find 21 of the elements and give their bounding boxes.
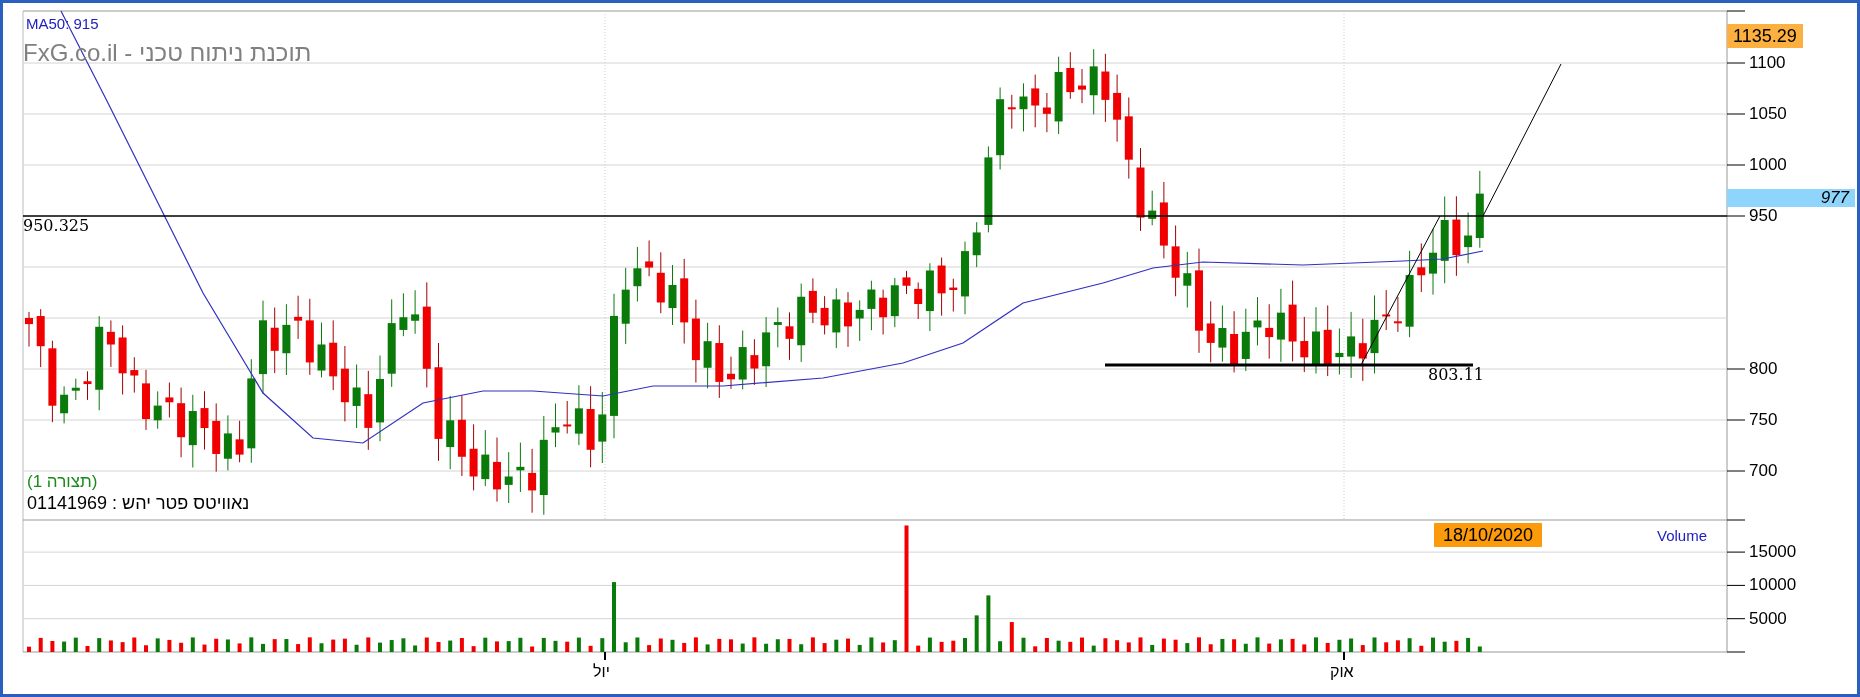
volume-tick-label: 10000	[1749, 576, 1797, 594]
pattern-label: (תצורה 1)	[27, 473, 98, 490]
price-tick-label: 1050	[1749, 105, 1787, 122]
price-tick-label: 1100	[1749, 54, 1786, 71]
month-label: אוק	[1330, 664, 1354, 680]
price-tick-label: 700	[1749, 462, 1778, 479]
volume-tick-label: 15000	[1749, 543, 1797, 561]
price-tick-label: 1000	[1749, 156, 1787, 173]
last-price-label: 977	[1727, 189, 1855, 207]
resistance-price-label: 950.325	[23, 218, 90, 234]
date-label: 18/10/2020	[1434, 523, 1543, 547]
month-label: יול	[593, 664, 610, 680]
price-tick-label: 950	[1749, 207, 1778, 224]
instrument-label: 01141969 : נאוויטס פטר יהש	[27, 494, 250, 512]
volume-label: Volume	[1657, 528, 1708, 543]
price-tick-label: 750	[1749, 411, 1778, 428]
support-price-label: 803.11	[1428, 367, 1484, 383]
high-price-label: 1135.29	[1727, 24, 1803, 48]
indicator-label: MA50: 915	[26, 16, 99, 31]
volume-tick-label: 5000	[1749, 609, 1787, 627]
price-tick-label: 800	[1749, 360, 1778, 377]
